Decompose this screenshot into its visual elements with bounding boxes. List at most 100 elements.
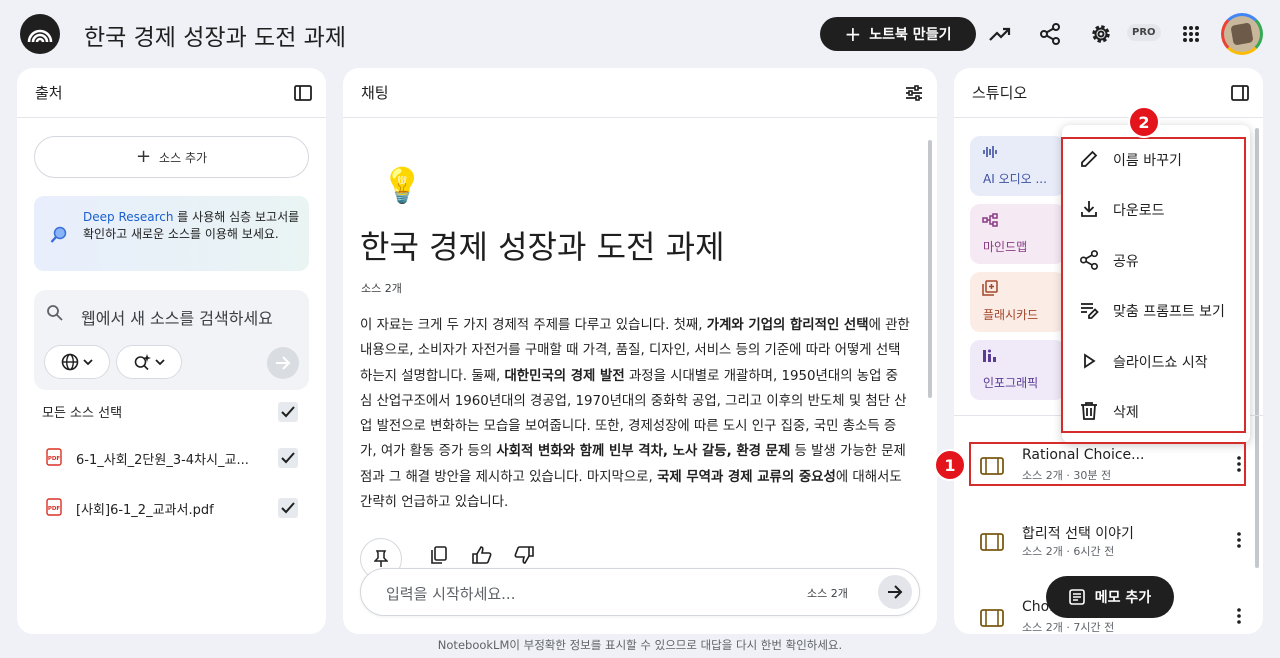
thumbs-up-button[interactable] <box>471 544 493 566</box>
source-checkbox[interactable] <box>278 448 298 468</box>
source-checkbox[interactable] <box>278 498 298 518</box>
prompt-icon <box>1077 298 1101 322</box>
summary-emphasis: 사회적 변화와 함께 빈부 격차, 노사 갈등, 환경 문제 <box>496 444 791 460</box>
chevron-down-icon <box>155 359 165 365</box>
audio-overview-tile[interactable]: AI 오디오 ... <box>970 136 1065 196</box>
collapse-panel-icon[interactable] <box>292 82 314 104</box>
menu-item-download[interactable]: 다운로드 <box>1062 184 1250 234</box>
disclaimer-footer: NotebookLM이 부정확한 정보를 표시할 수 있으므로 대답을 다시 한… <box>437 638 843 652</box>
more-vert-icon[interactable] <box>1236 531 1242 549</box>
apps-grid-icon[interactable] <box>1179 22 1203 46</box>
studio-scrollbar[interactable] <box>1255 128 1259 568</box>
summary-emphasis: 국제 무역과 경제 교류의 중요성 <box>657 469 836 485</box>
analytics-icon[interactable] <box>988 22 1012 46</box>
web-search-input[interactable]: 웹에서 새 소스를 검색하세요 <box>81 305 273 329</box>
add-memo-button[interactable]: 메모 추가 <box>1046 576 1174 618</box>
chat-panel: 채팅 💡 한국 경제 성장과 도전 과제 소스 2개 이 자료는 크게 두 가지… <box>343 68 937 634</box>
note-item[interactable]: 합리적 선택 이야기 소스 2개 · 6시간 전 <box>974 519 1249 567</box>
note-add-icon <box>1068 589 1085 605</box>
chat-settings-icon[interactable] <box>903 82 925 104</box>
add-source-button[interactable]: + 소스 추가 <box>34 136 309 178</box>
share-icon[interactable] <box>1038 22 1062 46</box>
chat-input-box: 입력을 시작하세요... 소스 2개 <box>360 568 920 616</box>
menu-item-slideshow[interactable]: 슬라이드쇼 시작 <box>1062 336 1250 386</box>
search-submit-button[interactable] <box>267 347 299 379</box>
slides-icon <box>980 457 1004 475</box>
deep-research-link[interactable]: Deep Research <box>83 210 173 224</box>
checkmark-icon <box>281 406 295 418</box>
tile-label: 마인드맵 <box>983 240 1028 254</box>
pdf-icon: PDF <box>46 498 62 516</box>
chat-source-count: 소스 2개 <box>361 282 402 295</box>
share-icon <box>1077 248 1101 272</box>
web-search-box: 웹에서 새 소스를 검색하세요 <box>34 290 309 390</box>
menu-item-view-prompt[interactable]: 맞춤 프롬프트 보기 <box>1062 285 1250 335</box>
notebooklm-logo[interactable] <box>20 14 60 54</box>
web-source-dropdown[interactable] <box>44 345 110 379</box>
slides-icon <box>980 609 1004 627</box>
deep-research-banner[interactable]: Deep Research 를 사용해 심층 보고서를 확인하고 새로운 소스를… <box>34 196 309 271</box>
svg-text:PDF: PDF <box>48 456 61 462</box>
more-vert-icon[interactable] <box>1236 455 1242 473</box>
collapse-panel-icon[interactable] <box>1229 82 1251 104</box>
note-item[interactable]: Rational Choice... 소스 2개 · 30분 전 <box>974 443 1249 491</box>
settings-gear-icon[interactable] <box>1089 22 1113 46</box>
more-vert-icon[interactable] <box>1236 607 1242 625</box>
logo-icon <box>27 29 53 43</box>
new-notebook-button[interactable]: + 노트북 만들기 <box>820 17 976 51</box>
menu-item-share[interactable]: 공유 <box>1062 235 1250 285</box>
add-memo-label: 메모 추가 <box>1094 590 1152 606</box>
infographic-tile[interactable]: 인포그래픽 <box>970 340 1065 400</box>
note-context-menu: 이름 바꾸기 다운로드 공유 맞춤 프롬프트 보기 슬라이드쇼 시작 삭제 <box>1062 125 1250 443</box>
tile-label: 인포그래픽 <box>983 376 1039 390</box>
menu-item-label: 삭제 <box>1113 405 1139 421</box>
summary-emphasis: 가계와 기업의 합리적인 선택 <box>706 318 869 333</box>
annotation-badge-1: 1 <box>934 449 966 481</box>
studio-header: 스튜디오 <box>954 68 1263 118</box>
chat-input[interactable]: 입력을 시작하세요... <box>386 583 515 604</box>
chat-scrollbar[interactable] <box>928 140 932 398</box>
send-button[interactable] <box>878 575 912 609</box>
mindmap-icon <box>982 213 998 227</box>
sparkle-search-icon <box>134 354 151 371</box>
flashcard-tile[interactable]: 플래시카드 <box>970 272 1065 332</box>
pencil-icon <box>1077 147 1101 171</box>
menu-item-label: 슬라이드쇼 시작 <box>1113 355 1208 371</box>
deep-research-text: Deep Research 를 사용해 심층 보고서를 확인하고 새로운 소스를… <box>83 210 300 241</box>
thumbs-up-icon <box>472 546 492 564</box>
search-icon <box>46 304 64 326</box>
source-name: 6-1_사회_2단원_3-4차시_교... <box>76 453 249 468</box>
select-all-checkbox[interactable] <box>278 402 298 422</box>
flashcard-icon <box>982 280 998 296</box>
arrow-right-icon <box>888 585 903 599</box>
page-title[interactable]: 한국 경제 성장과 도전 과제 <box>84 18 346 52</box>
menu-item-label: 다운로드 <box>1113 203 1165 219</box>
annotation-badge-2: 2 <box>1128 106 1160 138</box>
menu-item-delete[interactable]: 삭제 <box>1062 386 1250 436</box>
tile-label: AI 오디오 ... <box>983 172 1047 186</box>
checkmark-icon <box>281 452 295 464</box>
top-bar: 한국 경제 성장과 도전 과제 + 노트북 만들기 PRO <box>0 0 1280 68</box>
menu-item-label: 맞춤 프롬프트 보기 <box>1113 304 1225 320</box>
notebook-summary: 이 자료는 크게 두 가지 경제적 주제를 다루고 있습니다. 첫째, 가계와 … <box>360 313 910 515</box>
plus-icon: + <box>844 22 862 46</box>
menu-item-rename[interactable]: 이름 바꾸기 <box>1062 134 1250 184</box>
user-avatar[interactable] <box>1221 13 1263 55</box>
note-subtitle: 소스 2개 · 30분 전 <box>1022 469 1112 482</box>
menu-item-label: 이름 바꾸기 <box>1113 153 1182 169</box>
source-item[interactable]: PDF [사회]6-1_2_교과서.pdf <box>46 497 296 521</box>
mindmap-tile[interactable]: 마인드맵 <box>970 204 1065 264</box>
audio-wave-icon <box>983 146 997 158</box>
menu-item-label: 공유 <box>1113 254 1139 270</box>
chevron-down-icon <box>83 359 93 365</box>
play-icon <box>1077 349 1101 373</box>
trash-icon <box>1077 399 1101 423</box>
add-source-label: 소스 추가 <box>159 150 208 165</box>
source-item[interactable]: PDF 6-1_사회_2단원_3-4차시_교... <box>46 447 296 471</box>
pdf-icon: PDF <box>46 448 62 466</box>
globe-icon <box>61 353 79 371</box>
research-mode-dropdown[interactable] <box>116 345 182 379</box>
copy-button[interactable] <box>428 544 450 566</box>
magnifier-icon <box>50 226 68 248</box>
thumbs-down-button[interactable] <box>513 544 535 566</box>
